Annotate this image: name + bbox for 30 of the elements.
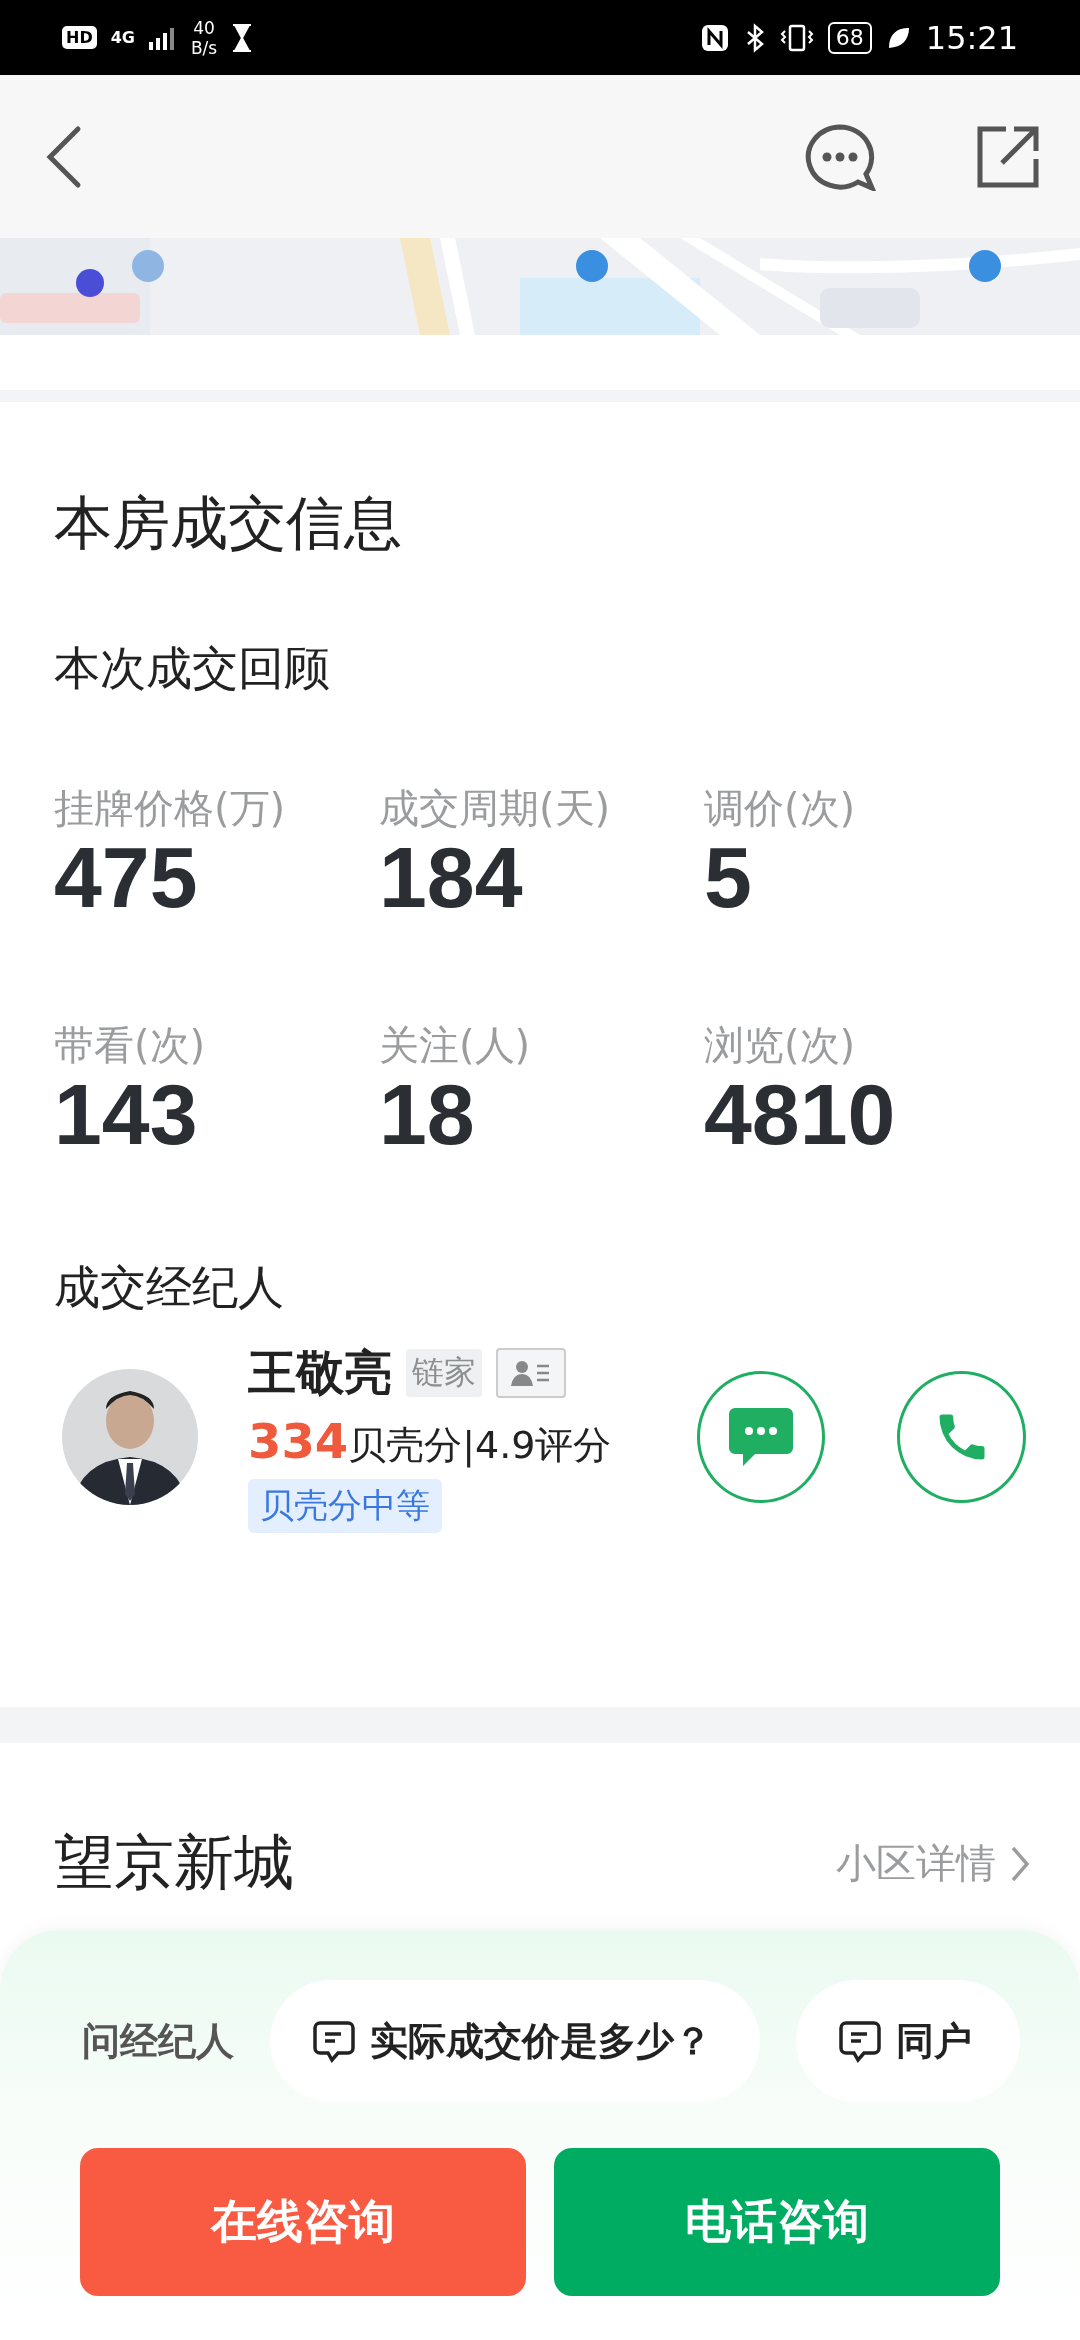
community-name: 望京新城 [54, 1826, 294, 1899]
nfc-icon [699, 22, 730, 53]
speed-unit: B/s [190, 37, 218, 58]
network-type: 4G [110, 28, 135, 47]
network-speed: 40 [193, 17, 215, 38]
community-details-link[interactable]: 小区详情 [836, 1836, 1030, 1891]
section-title: 本房成交信息 [54, 488, 403, 558]
chat-bubble-icon [727, 1406, 796, 1468]
battery-level: 68 [827, 21, 872, 54]
ask-agent-label: 问经纪人 [82, 2017, 234, 2065]
online-consult-button[interactable]: 在线咨询 [80, 2148, 526, 2296]
score-level-tag: 贝壳分中等 [248, 1479, 442, 1533]
hourglass-icon [231, 22, 254, 53]
message-icon [838, 2019, 882, 2063]
question-chip[interactable]: 同户 [796, 1980, 1020, 2102]
subsection-title: 本次成交回顾 [54, 640, 331, 697]
clock-time: 15:21 [925, 18, 1018, 57]
agent-name: 王敬亮 [248, 1343, 392, 1402]
vibrate-icon [779, 22, 814, 53]
business-card-button[interactable] [496, 1348, 566, 1398]
subsection-title: 成交经纪人 [54, 1259, 285, 1316]
agent-score: 334贝壳分|4.9评分 [248, 1413, 613, 1471]
hd-indicator: HD [62, 26, 97, 49]
signal-icon [148, 25, 177, 50]
message-button[interactable] [804, 122, 876, 191]
message-icon [312, 2019, 356, 2063]
brand-tag: 链家 [406, 1349, 482, 1397]
share-button[interactable] [976, 124, 1040, 189]
question-chip[interactable]: 实际成交价是多少？ [270, 1980, 760, 2102]
phone-consult-button[interactable]: 电话咨询 [554, 2148, 1000, 2296]
